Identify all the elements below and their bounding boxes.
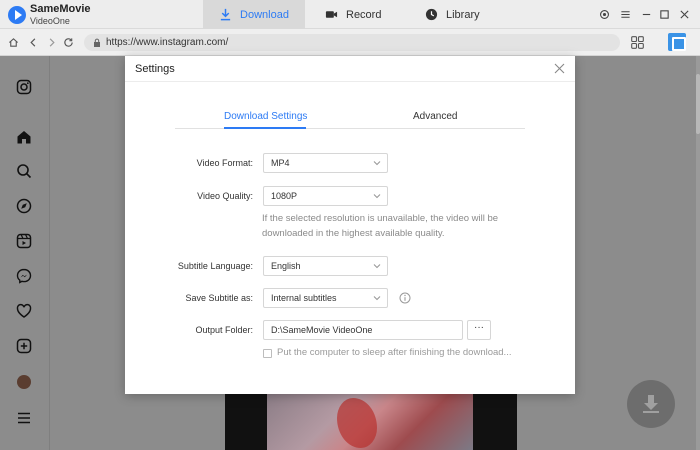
chevron-right-icon	[49, 37, 55, 47]
heart-icon[interactable]	[15, 302, 33, 320]
tab-advanced[interactable]: Advanced	[413, 111, 457, 122]
search-icon[interactable]	[15, 162, 33, 180]
tab-record[interactable]: Record	[325, 0, 395, 29]
chevron-down-icon	[373, 161, 381, 166]
app-name: SameMovie	[30, 3, 91, 15]
settings-gear-icon[interactable]	[597, 7, 611, 21]
subtitle-language-value: English	[271, 261, 301, 271]
instagram-icon[interactable]	[15, 78, 33, 96]
scrollbar-thumb[interactable]	[696, 74, 700, 134]
dialog-title: Settings	[135, 63, 175, 75]
reels-icon[interactable]	[15, 232, 33, 250]
tab-record-label: Record	[346, 8, 382, 21]
video-quality-select[interactable]: 1080P	[263, 186, 388, 206]
clock-icon	[425, 8, 438, 21]
video-preview	[225, 393, 517, 450]
chevron-down-icon	[373, 264, 381, 269]
dialog-header: Settings	[125, 56, 575, 82]
video-format-select[interactable]: MP4	[263, 153, 388, 173]
subtitle-language-select[interactable]: English	[263, 256, 388, 276]
menu-icon[interactable]	[15, 409, 33, 427]
download-arrow-icon	[643, 395, 659, 413]
reload-icon	[63, 37, 73, 47]
explore-icon[interactable]	[15, 197, 33, 215]
video-accent	[337, 398, 377, 448]
home-icon	[8, 37, 18, 47]
url-text: https://www.instagram.com/	[106, 37, 229, 48]
video-format-value: MP4	[271, 158, 290, 168]
active-tab-underline	[224, 127, 306, 129]
reload-button[interactable]	[61, 35, 75, 49]
create-icon[interactable]	[15, 337, 33, 355]
lock-icon	[94, 38, 100, 47]
subtitle-language-label: Subtitle Language:	[177, 261, 253, 271]
instagram-sidebar	[0, 56, 50, 450]
app-logo-icon	[8, 6, 26, 24]
grid-icon[interactable]	[631, 36, 644, 49]
settings-tabs: Download Settings Advanced	[175, 108, 525, 129]
video-quality-value: 1080P	[271, 191, 298, 201]
avatar[interactable]	[17, 375, 31, 389]
close-window-icon[interactable]	[677, 7, 691, 21]
messenger-icon[interactable]	[15, 267, 33, 285]
save-subtitle-value: Internal subtitles	[271, 293, 337, 303]
url-bar[interactable]: https://www.instagram.com/	[84, 34, 620, 51]
minimize-icon[interactable]	[639, 7, 653, 21]
output-folder-input[interactable]: D:\SameMovie VideoOne	[263, 320, 463, 340]
browse-folder-button[interactable]: ···	[467, 320, 491, 340]
quality-hint: If the selected resolution is unavailabl…	[262, 213, 499, 239]
forward-button[interactable]	[44, 35, 58, 49]
video-format-label: Video Format:	[196, 158, 253, 168]
title-bar: SameMovie VideoOne Download Record Libra…	[0, 0, 700, 29]
video-camera-icon	[325, 11, 338, 18]
app-subtitle: VideoOne	[30, 16, 70, 26]
sleep-checkbox[interactable]	[263, 349, 272, 358]
video-quality-label: Video Quality:	[197, 191, 253, 201]
tab-download-settings[interactable]: Download Settings	[224, 111, 307, 122]
tab-download-label: Download	[240, 8, 289, 21]
tab-library[interactable]: Library	[425, 0, 495, 29]
save-subtitle-label: Save Subtitle as:	[185, 293, 253, 303]
settings-dialog: Settings Download Settings Advanced Vide…	[125, 56, 575, 394]
save-subtitle-select[interactable]: Internal subtitles	[263, 288, 388, 308]
scrollbar[interactable]	[696, 56, 700, 450]
video-frame	[267, 393, 473, 450]
output-folder-label: Output Folder:	[195, 325, 253, 335]
close-icon[interactable]	[554, 63, 565, 74]
sleep-checkbox-label[interactable]: Put the computer to sleep after finishin…	[277, 347, 511, 358]
chevron-left-icon	[29, 37, 35, 47]
tab-download[interactable]: Download	[203, 0, 305, 29]
home-icon[interactable]	[15, 128, 33, 146]
home-button[interactable]	[6, 35, 20, 49]
chevron-down-icon	[373, 194, 381, 199]
download-fab-button[interactable]	[627, 380, 675, 428]
download-icon	[220, 8, 231, 21]
tab-library-label: Library	[446, 8, 480, 21]
browser-toolbar: https://www.instagram.com/	[0, 29, 700, 56]
menu-icon[interactable]	[618, 7, 632, 21]
maximize-icon[interactable]	[657, 7, 671, 21]
info-icon[interactable]	[399, 292, 411, 304]
chevron-down-icon	[373, 296, 381, 301]
extension-icon[interactable]	[668, 33, 686, 51]
back-button[interactable]	[26, 35, 40, 49]
